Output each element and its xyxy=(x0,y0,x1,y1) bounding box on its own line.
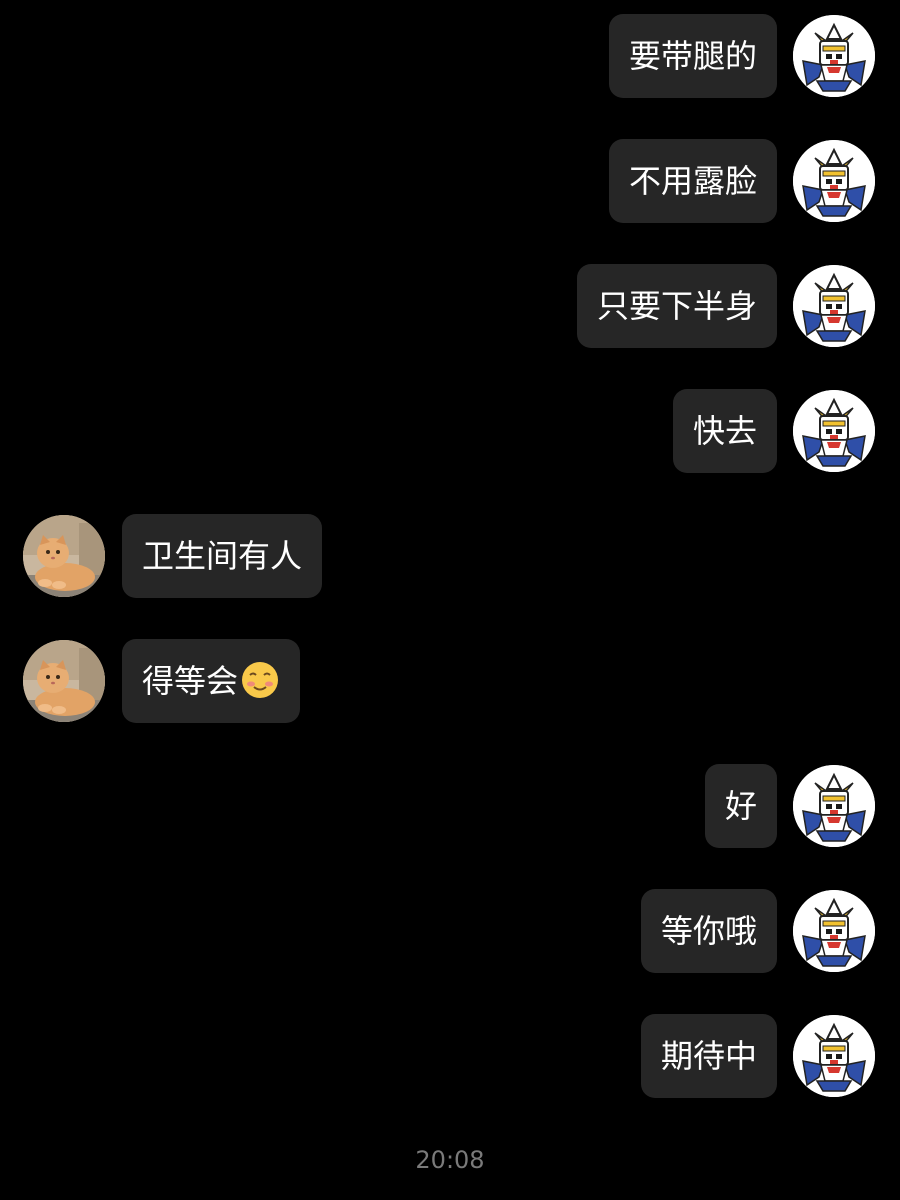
message-row-outgoing: 好 xyxy=(0,764,900,848)
message-text: 好 xyxy=(724,787,757,825)
message-text: 得等会 xyxy=(142,662,239,700)
message-row-incoming: 卫生间有人 xyxy=(0,514,900,598)
smiling-face-with-blush-icon xyxy=(240,660,280,700)
message-bubble[interactable]: 等你哦 xyxy=(640,889,777,973)
message-timestamp: 20:08 xyxy=(415,1146,485,1174)
message-row-outgoing: 要带腿的 xyxy=(0,14,900,98)
message-text: 卫生间有人 xyxy=(142,537,303,575)
message-bubble[interactable]: 要带腿的 xyxy=(608,14,777,98)
message-row-outgoing: 等你哦 xyxy=(0,889,900,973)
robot-avatar-icon[interactable] xyxy=(793,890,875,972)
robot-avatar-icon[interactable] xyxy=(793,390,875,472)
message-bubble[interactable]: 只要下半身 xyxy=(576,264,777,348)
message-row-outgoing: 快去 xyxy=(0,389,900,473)
message-bubble[interactable]: 期待中 xyxy=(640,1014,777,1098)
message-row-outgoing: 只要下半身 xyxy=(0,264,900,348)
robot-avatar-icon[interactable] xyxy=(793,15,875,97)
robot-avatar-icon[interactable] xyxy=(793,1015,875,1097)
message-text: 要带腿的 xyxy=(628,37,757,75)
message-text: 不用露脸 xyxy=(628,162,757,200)
message-text: 期待中 xyxy=(660,1037,757,1075)
cat-avatar-icon[interactable] xyxy=(23,515,105,597)
robot-avatar-icon[interactable] xyxy=(793,765,875,847)
message-row-outgoing: 不用露脸 xyxy=(0,139,900,223)
message-row-incoming: 得等会 xyxy=(0,639,900,723)
cat-avatar-icon[interactable] xyxy=(23,640,105,722)
message-text: 等你哦 xyxy=(660,912,757,950)
message-bubble[interactable]: 不用露脸 xyxy=(608,139,777,223)
robot-avatar-icon[interactable] xyxy=(793,265,875,347)
message-bubble[interactable]: 好 xyxy=(704,764,777,848)
message-bubble[interactable]: 得等会 xyxy=(122,639,301,723)
message-text: 只要下半身 xyxy=(596,287,757,325)
message-text: 快去 xyxy=(692,412,757,450)
robot-avatar-icon[interactable] xyxy=(793,140,875,222)
message-bubble[interactable]: 卫生间有人 xyxy=(122,514,323,598)
message-bubble[interactable]: 快去 xyxy=(672,389,777,473)
message-row-outgoing: 期待中 xyxy=(0,1014,900,1098)
